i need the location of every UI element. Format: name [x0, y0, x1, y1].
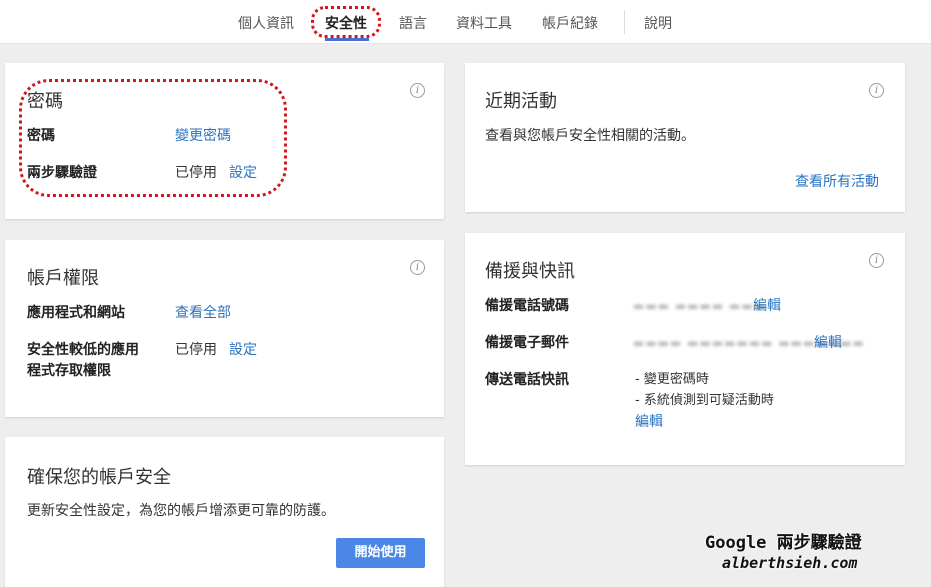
info-icon[interactable]: i	[410, 260, 425, 275]
recent-activity-description: 查看與您帳戶安全性相關的活動。	[485, 128, 695, 144]
nav-divider	[624, 10, 625, 34]
secure-account-description: 更新安全性設定，為您的帳戶增添更可靠的防護。	[27, 503, 335, 519]
watermark-title: Google 兩步驟驗證	[705, 533, 862, 553]
tab-help[interactable]: 說明	[644, 13, 672, 33]
recovery-and-alerts-title: 備援與快訊	[485, 261, 575, 282]
recovery-email-label: 備援電子郵件	[485, 335, 569, 351]
apps-and-sites-label: 應用程式和網站	[27, 305, 125, 321]
less-secure-apps-setup-link[interactable]: 設定	[229, 339, 257, 361]
info-icon[interactable]: i	[869, 83, 884, 98]
edit-recovery-email-link[interactable]: 編輯	[814, 332, 842, 354]
account-permissions-card: 帳戶權限 i 應用程式和網站 查看全部 安全性較低的應用 程式存取權限 已停用 …	[5, 240, 444, 417]
view-all-apps-link[interactable]: 查看全部	[175, 302, 231, 324]
view-all-activity-link[interactable]: 查看所有活動	[795, 171, 879, 193]
less-secure-apps-status: 已停用	[175, 342, 217, 358]
info-icon[interactable]: i	[410, 83, 425, 98]
redacted-phone-number: ▬▬▬ ▬▬▬▬ ▬▬▬	[633, 299, 767, 313]
recovery-phone-label: 備援電話號碼	[485, 298, 569, 314]
phone-alerts-label: 傳送電話快訊	[485, 372, 569, 388]
tab-account-history[interactable]: 帳戶紀錄	[542, 13, 598, 33]
password-section-highlight-annotation	[19, 79, 287, 197]
less-secure-apps-label-line2: 程式存取權限	[27, 363, 111, 379]
phone-alert-item: - 變更密碼時	[635, 372, 709, 387]
info-icon[interactable]: i	[869, 253, 884, 268]
recovery-and-alerts-card: 備援與快訊 i 備援電話號碼 ▬▬▬ ▬▬▬▬ ▬▬▬ 編輯 備援電子郵件 ▬▬…	[465, 233, 905, 465]
recent-activity-card: 近期活動 i 查看與您帳戶安全性相關的活動。 查看所有活動	[465, 63, 905, 212]
top-navigation: 個人資訊 安全性 語言 資料工具 帳戶紀錄 說明	[0, 0, 931, 44]
recent-activity-title: 近期活動	[485, 91, 557, 112]
watermark-url: alberthsieh.com	[722, 554, 858, 572]
get-started-button[interactable]: 開始使用	[336, 538, 425, 568]
secure-account-title: 確保您的帳戶安全	[27, 467, 171, 488]
phone-alert-item: - 系統偵測到可疑活動時	[635, 393, 774, 408]
tab-language[interactable]: 語言	[399, 13, 427, 33]
recovery-phone-value: ▬▬▬ ▬▬▬▬ ▬▬▬	[633, 295, 766, 317]
tab-personal-info[interactable]: 個人資訊	[238, 13, 294, 33]
edit-phone-alerts-link[interactable]: 編輯	[635, 411, 663, 433]
active-tab-indicator	[325, 38, 369, 41]
account-permissions-title: 帳戶權限	[27, 268, 99, 289]
tab-data-tools[interactable]: 資料工具	[456, 13, 512, 33]
security-tab-highlight-annotation	[311, 6, 381, 38]
edit-recovery-phone-link[interactable]: 編輯	[753, 295, 781, 317]
less-secure-apps-label-line1: 安全性較低的應用	[27, 342, 139, 358]
